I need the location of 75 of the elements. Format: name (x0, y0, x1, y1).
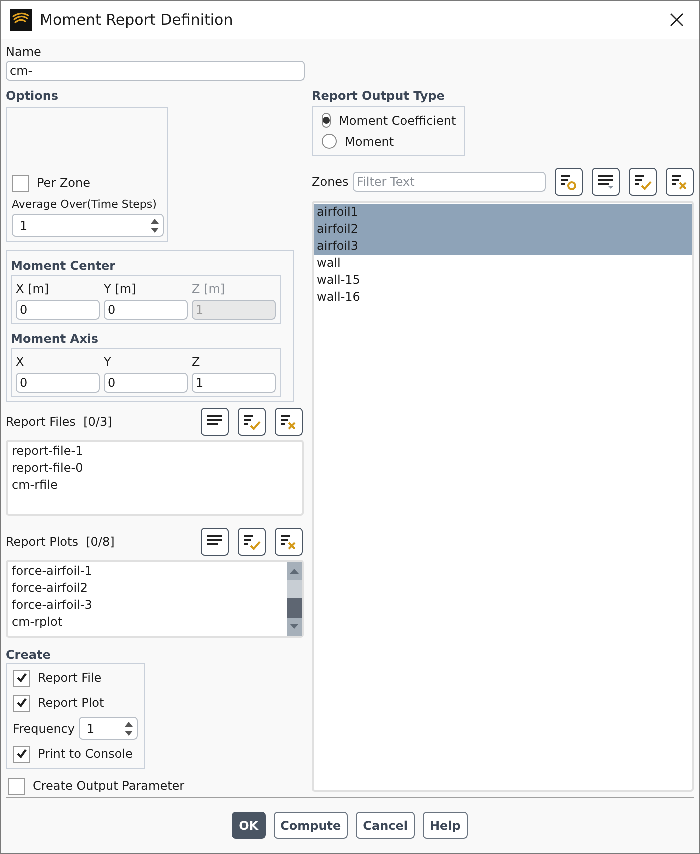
radio-button[interactable] (322, 113, 331, 128)
checkbox-label: Report Plot (38, 695, 104, 712)
dialog-button[interactable]: Cancel (356, 812, 415, 839)
zone-item[interactable]: wall (314, 255, 692, 272)
checkbox-label: Create Output Parameter (33, 778, 185, 795)
list-icon[interactable] (201, 528, 229, 556)
checkbox[interactable] (13, 670, 30, 686)
field-label: Y [m] (104, 281, 138, 298)
check-icon (16, 672, 28, 684)
group-title: Report Output Type (312, 88, 446, 104)
list-item[interactable]: force-airfoil2 (12, 580, 287, 597)
list-cross-icon[interactable] (666, 168, 694, 196)
checkbox[interactable] (12, 174, 29, 192)
field-label: X [m] (16, 281, 50, 298)
checkbox[interactable] (8, 778, 25, 794)
list-item[interactable]: report-file-0 (12, 460, 302, 478)
zones-label: Zones (312, 174, 350, 191)
field-label: Z (192, 354, 202, 372)
checkbox[interactable] (13, 694, 30, 712)
field-label: Y (104, 354, 112, 372)
list-item[interactable]: force-airfoil-3 (12, 597, 287, 614)
scrollbar[interactable] (287, 562, 302, 636)
filter-field[interactable]: Filter Text (353, 172, 546, 192)
list-item[interactable]: cm-rfile (12, 477, 302, 494)
spinner-field[interactable]: 1 (12, 214, 164, 238)
radio-label: Moment (345, 134, 394, 150)
dialog-button[interactable]: Help (422, 812, 468, 839)
number-field[interactable]: 1 (192, 373, 276, 394)
field-label: Frequency (13, 720, 75, 738)
checkbox[interactable] (13, 746, 30, 762)
zone-item[interactable]: wall-15 (314, 272, 692, 289)
list-label: Report Plots [0/8] (6, 534, 115, 551)
field-label: Average Over(Time Steps) (12, 198, 158, 212)
number-field[interactable]: 0 (104, 373, 188, 394)
field-label: Name (6, 44, 42, 61)
zone-item[interactable]: airfoil3 (314, 238, 692, 255)
checkbox-label: Per Zone (37, 175, 90, 192)
number-field[interactable]: 0 (16, 300, 100, 320)
list-icon[interactable] (201, 408, 229, 436)
zone-item[interactable]: airfoil2 (314, 221, 692, 238)
list-cross-icon[interactable] (275, 528, 303, 556)
group-title: Moment Axis (11, 331, 100, 348)
list-cross-icon[interactable] (275, 408, 303, 436)
zone-item[interactable]: wall-16 (314, 289, 692, 306)
checkbox-label: Report File (38, 670, 102, 687)
list-item[interactable]: report-file-1 (12, 443, 302, 460)
check-icon (16, 748, 28, 760)
dialog-button[interactable]: OK (232, 812, 266, 839)
list-label: Report Files [0/3] (6, 414, 112, 432)
group-title: Create (6, 647, 52, 663)
window-title: Moment Report Definition (40, 10, 234, 31)
list-check-icon[interactable] (238, 408, 266, 436)
radio-button[interactable] (322, 134, 337, 149)
list-check-icon[interactable] (629, 168, 657, 196)
app-logo-icon (10, 9, 32, 31)
spinner-arrows-icon (150, 216, 160, 235)
radio-label: Moment Coefficient (339, 112, 456, 130)
check-icon (16, 697, 28, 709)
spinner-arrows-icon (124, 720, 134, 738)
checkbox-label: Print to Console (38, 746, 133, 763)
group-title: Options (6, 88, 60, 104)
zone-item[interactable]: airfoil1 (314, 204, 692, 221)
field-label: X (16, 354, 26, 372)
spinner-field[interactable]: 1 (79, 717, 138, 740)
name-field[interactable]: cm- (6, 61, 305, 81)
close-icon[interactable] (670, 13, 684, 27)
field-label: Z [m] (192, 281, 226, 298)
list-item[interactable]: force-airfoil-1 (12, 563, 287, 580)
dialog-button[interactable]: Compute (274, 812, 348, 839)
number-field[interactable]: 0 (16, 373, 100, 394)
list-check-icon[interactable] (238, 528, 266, 556)
list-item[interactable]: cm-rplot (12, 614, 287, 631)
group-title: Moment Center (11, 258, 117, 276)
list-dropdown-icon[interactable] (592, 168, 620, 196)
number-field[interactable]: 0 (104, 300, 188, 320)
